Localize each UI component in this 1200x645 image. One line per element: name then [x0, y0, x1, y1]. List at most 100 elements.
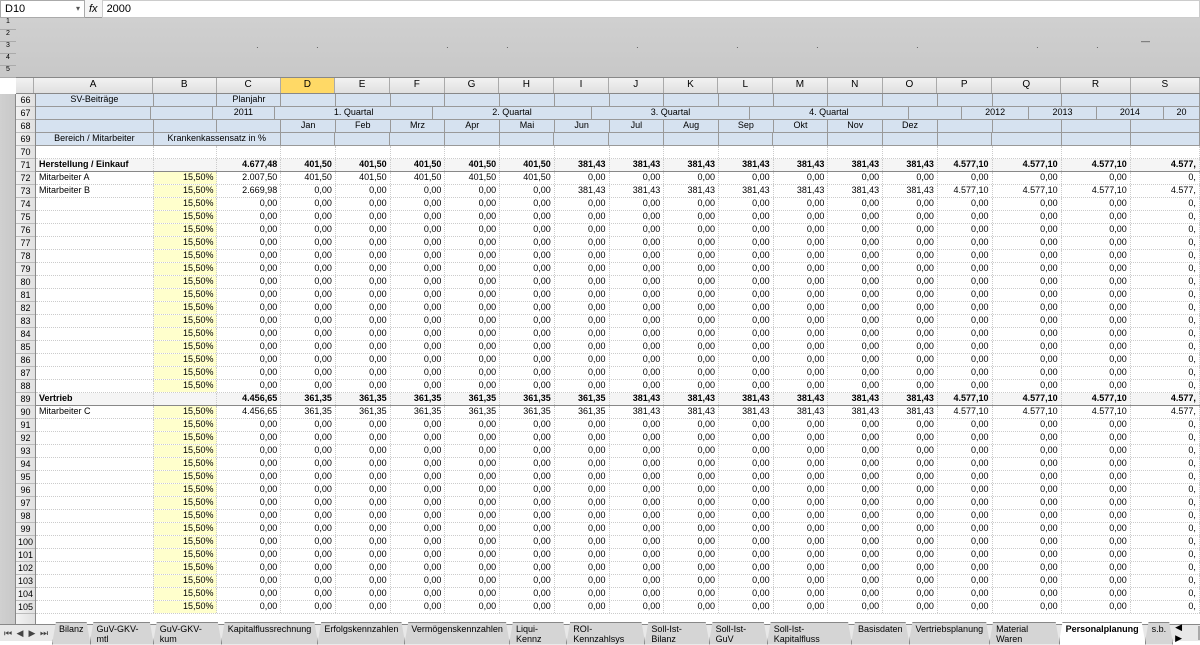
- value-cell[interactable]: 0,00: [391, 419, 446, 431]
- value-cell[interactable]: 0,00: [938, 211, 993, 223]
- value-cell[interactable]: 0,00: [719, 601, 774, 613]
- value-cell[interactable]: 0,00: [217, 315, 281, 327]
- value-cell[interactable]: 0,00: [938, 588, 993, 600]
- col-header-M[interactable]: M: [773, 78, 828, 93]
- value-cell[interactable]: 401,50: [500, 172, 555, 184]
- insurance-rate[interactable]: 15,50%: [154, 497, 218, 509]
- cell[interactable]: [445, 94, 500, 106]
- value-cell[interactable]: 0,00: [883, 445, 938, 457]
- cell[interactable]: [36, 120, 154, 132]
- value-cell[interactable]: 0,00: [1062, 172, 1131, 184]
- value-cell[interactable]: 0,00: [336, 263, 391, 275]
- value-cell[interactable]: 0,00: [719, 276, 774, 288]
- cell[interactable]: [719, 146, 774, 158]
- employee-name[interactable]: [36, 601, 154, 613]
- value-cell[interactable]: 401,50: [445, 172, 500, 184]
- sheet-tab[interactable]: Soll-Ist-Kapitalfluss: [767, 622, 852, 645]
- section-total[interactable]: 381,43: [883, 159, 938, 171]
- value-cell[interactable]: 0,00: [336, 471, 391, 483]
- value-cell[interactable]: 0,00: [281, 263, 336, 275]
- value-cell[interactable]: 0,00: [555, 211, 610, 223]
- value-cell[interactable]: 0,00: [828, 250, 883, 262]
- value-cell[interactable]: 0,00: [500, 432, 555, 444]
- value-cell[interactable]: 0,00: [391, 497, 446, 509]
- value-cell[interactable]: 0,00: [828, 497, 883, 509]
- cell[interactable]: [992, 133, 1061, 145]
- value-cell[interactable]: 0,00: [500, 198, 555, 210]
- value-cell[interactable]: 2.007,50: [217, 172, 281, 184]
- value-cell[interactable]: 0,00: [774, 380, 829, 392]
- value-cell[interactable]: 0,00: [938, 289, 993, 301]
- value-cell[interactable]: 0,00: [336, 354, 391, 366]
- cell[interactable]: [1062, 120, 1131, 132]
- sheet-tab[interactable]: Soll-Ist-Bilanz: [644, 622, 709, 645]
- cell[interactable]: [151, 107, 213, 119]
- value-cell[interactable]: 0,00: [281, 250, 336, 262]
- value-cell[interactable]: 0,00: [610, 549, 665, 561]
- value-cell[interactable]: 0,00: [938, 224, 993, 236]
- employee-name[interactable]: [36, 510, 154, 522]
- outline-dot[interactable]: ·: [736, 43, 739, 52]
- value-cell[interactable]: 0,00: [610, 172, 665, 184]
- outline-dot[interactable]: ·: [636, 43, 639, 52]
- value-cell[interactable]: 381,43: [664, 185, 719, 197]
- value-cell[interactable]: 0,00: [664, 575, 719, 587]
- value-cell[interactable]: 0,00: [336, 549, 391, 561]
- value-cell[interactable]: 0,00: [828, 419, 883, 431]
- value-cell[interactable]: 0,00: [217, 484, 281, 496]
- employee-name[interactable]: [36, 341, 154, 353]
- value-cell[interactable]: 0,00: [555, 276, 610, 288]
- col-header-H[interactable]: H: [499, 78, 554, 93]
- value-cell[interactable]: 0,00: [719, 224, 774, 236]
- value-cell[interactable]: 0,00: [828, 224, 883, 236]
- value-cell[interactable]: 0,00: [391, 562, 446, 574]
- value-cell[interactable]: 361,35: [445, 406, 500, 418]
- insurance-rate[interactable]: 15,50%: [154, 341, 218, 353]
- value-cell[interactable]: 0,00: [664, 250, 719, 262]
- value-cell[interactable]: 0,00: [445, 263, 500, 275]
- value-cell[interactable]: 0,00: [555, 250, 610, 262]
- value-cell[interactable]: 0,00: [217, 341, 281, 353]
- value-cell[interactable]: 0,00: [883, 328, 938, 340]
- value-cell[interactable]: 0,00: [883, 562, 938, 574]
- value-cell[interactable]: 0,00: [828, 536, 883, 548]
- value-cell[interactable]: 0,00: [883, 458, 938, 470]
- value-cell[interactable]: 0,: [1131, 445, 1200, 457]
- cell[interactable]: [1131, 94, 1200, 106]
- col-header-J[interactable]: J: [609, 78, 664, 93]
- cell[interactable]: [938, 133, 993, 145]
- value-cell[interactable]: 0,00: [281, 497, 336, 509]
- value-cell[interactable]: 361,35: [555, 406, 610, 418]
- value-cell[interactable]: 0,00: [281, 471, 336, 483]
- value-cell[interactable]: 0,00: [555, 237, 610, 249]
- row-number[interactable]: 102: [16, 562, 35, 575]
- value-cell[interactable]: 0,00: [938, 276, 993, 288]
- value-cell[interactable]: 0,00: [1062, 276, 1131, 288]
- value-cell[interactable]: 0,00: [610, 523, 665, 535]
- employee-name[interactable]: [36, 549, 154, 561]
- value-cell[interactable]: 0,00: [281, 588, 336, 600]
- value-cell[interactable]: 0,: [1131, 549, 1200, 561]
- value-cell[interactable]: 0,00: [391, 510, 446, 522]
- value-cell[interactable]: 0,00: [391, 445, 446, 457]
- value-cell[interactable]: 0,00: [993, 367, 1062, 379]
- sheet-tab[interactable]: Kapitalflussrechnung: [221, 622, 319, 645]
- value-cell[interactable]: 0,00: [336, 523, 391, 535]
- cell[interactable]: [281, 146, 336, 158]
- value-cell[interactable]: 0,00: [719, 289, 774, 301]
- value-cell[interactable]: 0,00: [500, 380, 555, 392]
- section-total[interactable]: 381,43: [774, 393, 829, 405]
- section-total[interactable]: 381,43: [610, 159, 665, 171]
- value-cell[interactable]: 0,00: [993, 445, 1062, 457]
- employee-name[interactable]: [36, 562, 154, 574]
- insurance-rate[interactable]: 15,50%: [154, 510, 218, 522]
- value-cell[interactable]: 0,00: [391, 354, 446, 366]
- value-cell[interactable]: 0,00: [664, 172, 719, 184]
- value-cell[interactable]: 0,00: [883, 237, 938, 249]
- value-cell[interactable]: 0,00: [993, 341, 1062, 353]
- value-cell[interactable]: 381,43: [828, 185, 883, 197]
- value-cell[interactable]: 0,00: [555, 432, 610, 444]
- value-cell[interactable]: 0,00: [719, 562, 774, 574]
- value-cell[interactable]: 0,00: [774, 484, 829, 496]
- value-cell[interactable]: 0,00: [938, 328, 993, 340]
